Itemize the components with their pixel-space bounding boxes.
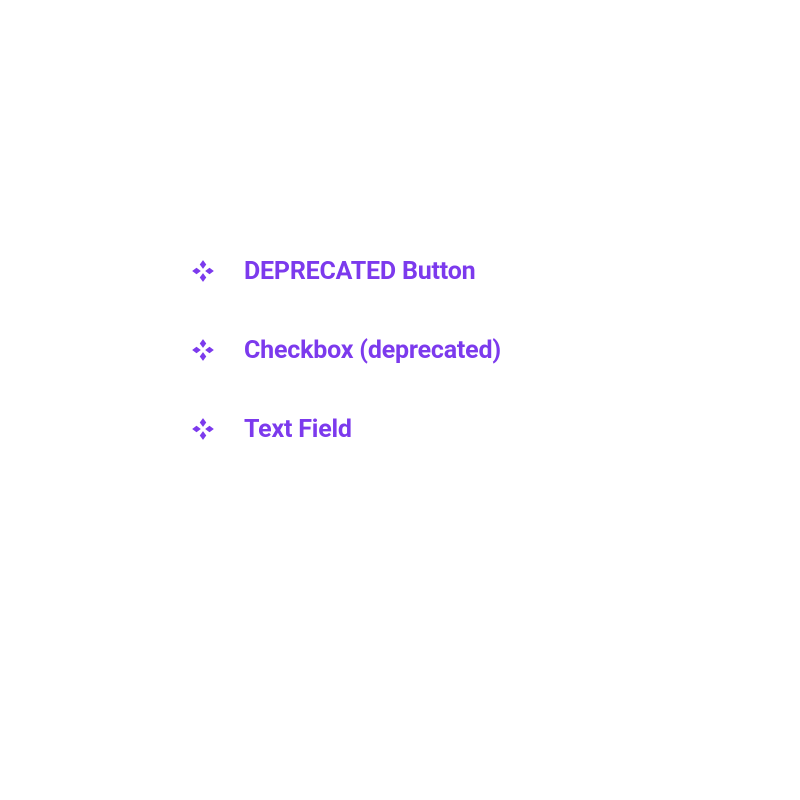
component-item-text-field[interactable]: Text Field [190,415,501,444]
component-icon [190,258,216,284]
component-label: Text Field [244,415,352,444]
component-item-deprecated-button[interactable]: DEPRECATED Button [190,257,501,286]
component-list: DEPRECATED Button Checkbox (deprecated) … [190,257,501,444]
component-item-checkbox-deprecated[interactable]: Checkbox (deprecated) [190,336,501,365]
component-label: DEPRECATED Button [244,257,475,286]
component-icon [190,337,216,363]
component-icon [190,416,216,442]
component-label: Checkbox (deprecated) [244,336,501,365]
